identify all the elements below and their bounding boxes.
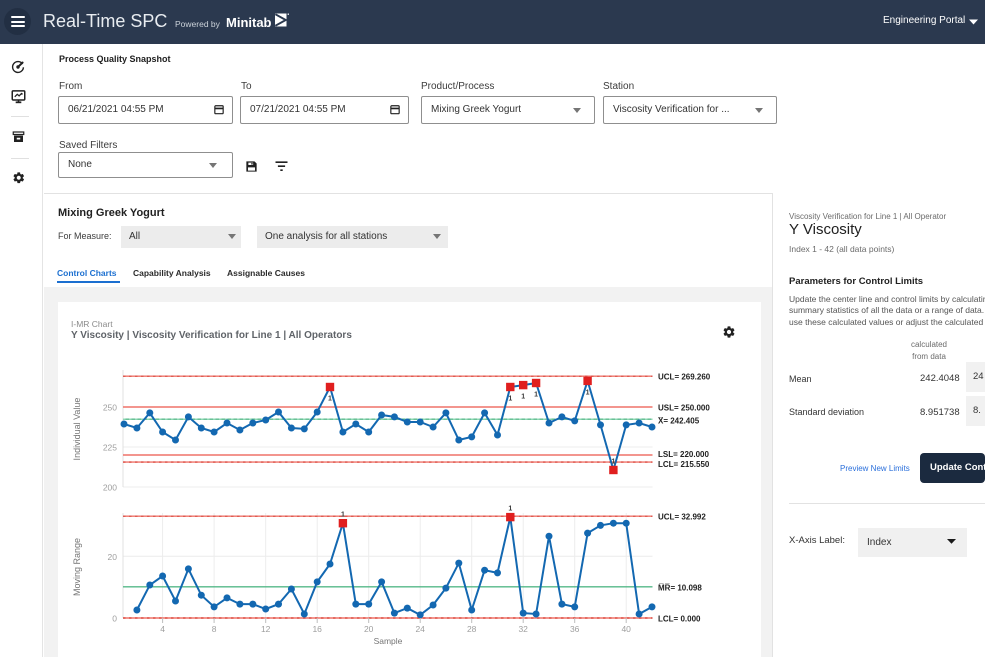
svg-text:225: 225 <box>103 443 117 453</box>
svg-text:UCL= 269.260: UCL= 269.260 <box>658 373 711 382</box>
svg-text:12: 12 <box>261 624 271 634</box>
svg-text:Sample: Sample <box>374 636 403 646</box>
svg-text:8: 8 <box>212 624 217 634</box>
svg-text:36: 36 <box>570 624 580 634</box>
svg-text:1: 1 <box>508 506 512 513</box>
svg-text:24: 24 <box>415 624 425 634</box>
svg-text:1: 1 <box>534 392 538 399</box>
svg-text:1: 1 <box>586 389 590 396</box>
svg-text:1: 1 <box>508 396 512 403</box>
svg-text:0: 0 <box>112 614 117 624</box>
svg-text:32: 32 <box>518 624 528 634</box>
svg-text:X̅= 242.405: X̅= 242.405 <box>658 417 700 426</box>
svg-text:200: 200 <box>103 483 117 493</box>
svg-text:20: 20 <box>108 552 118 562</box>
svg-text:M̅R̅= 10.098: M̅R̅= 10.098 <box>658 583 702 592</box>
svg-text:Moving Range: Moving Range <box>72 538 82 596</box>
svg-text:16: 16 <box>312 624 322 634</box>
svg-text:LSL= 220.000: LSL= 220.000 <box>658 450 709 459</box>
svg-text:28: 28 <box>467 624 477 634</box>
svg-text:1: 1 <box>341 512 345 519</box>
svg-text:40: 40 <box>621 624 631 634</box>
svg-text:LCL= 215.550: LCL= 215.550 <box>658 460 710 469</box>
svg-text:20: 20 <box>364 624 374 634</box>
svg-text:1: 1 <box>328 396 332 403</box>
svg-text:4: 4 <box>160 624 165 634</box>
svg-text:USL= 250.000: USL= 250.000 <box>658 404 710 413</box>
svg-text:UCL= 32.992: UCL= 32.992 <box>658 513 706 522</box>
svg-text:1: 1 <box>611 459 615 466</box>
svg-text:250: 250 <box>103 403 117 413</box>
svg-text:LCL= 0.000: LCL= 0.000 <box>658 615 701 624</box>
svg-text:1: 1 <box>521 394 525 401</box>
svg-text:Individual Value: Individual Value <box>72 398 82 461</box>
